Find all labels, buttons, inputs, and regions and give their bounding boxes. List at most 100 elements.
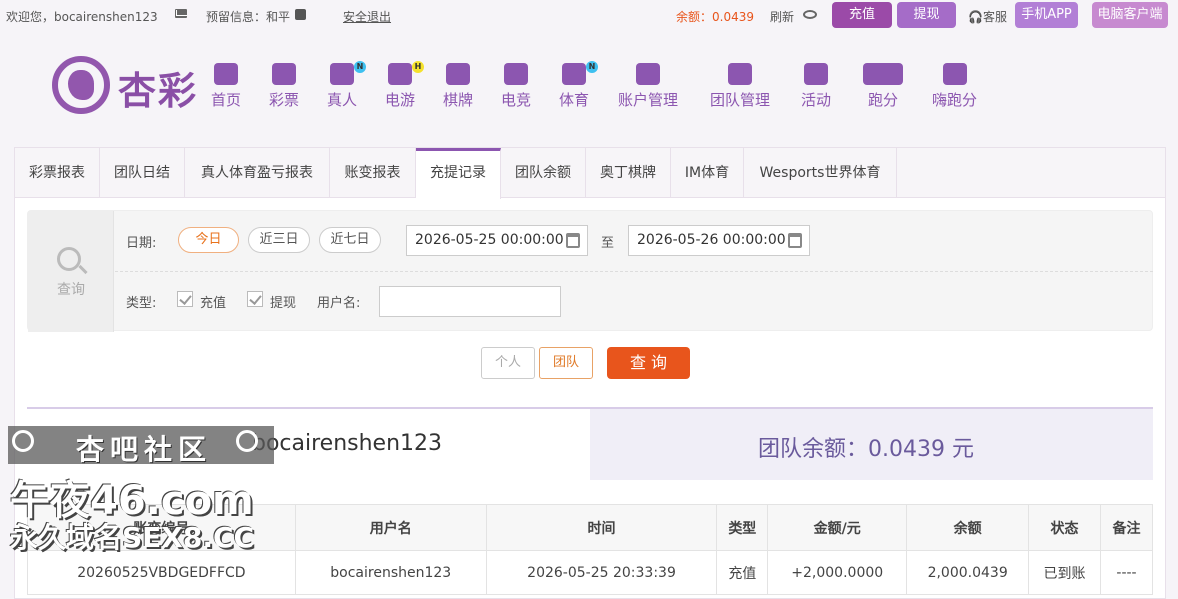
search-icon (57, 247, 81, 271)
start-date-input[interactable]: 2026-05-25 00:00:00 (406, 225, 588, 256)
query-side-label: 查询 (57, 282, 85, 298)
nav-label: 棋牌 (443, 91, 474, 109)
recharge-checkbox[interactable] (177, 291, 193, 307)
nav-item-lottery[interactable]: 彩票 (269, 63, 299, 110)
top-bar: 欢迎您，bocairenshen123 预留信息：和平 安全退出 余额：0.04… (0, 0, 1178, 32)
nav-item-account[interactable]: 账户管理 (618, 63, 678, 110)
tab-account-change[interactable]: 账变报表 (330, 148, 416, 198)
balance-text: 余额：0.0439 (676, 10, 754, 24)
watermark-line3: 永久域名SEX8.CC (10, 521, 255, 554)
refresh-link[interactable]: 刷新 (770, 8, 794, 25)
summary-balance-panel: 团队余额：0.0439 元 (590, 409, 1153, 480)
recharge-button[interactable]: 充值 (832, 2, 892, 28)
col-header: 用户名 (294, 504, 487, 551)
nav-label: 嗨跑分 (932, 91, 978, 109)
hot-badge: H (412, 61, 424, 73)
query-button[interactable]: 查 询 (607, 347, 690, 379)
tab-team-daily[interactable]: 团队日结 (100, 148, 185, 198)
nav-item-activity[interactable]: 活动 (801, 63, 831, 110)
new-badge: N (354, 61, 366, 73)
cell-status: 已到账 (1028, 550, 1101, 595)
live-dealer-icon: N (330, 61, 366, 85)
nav-label: 电竞 (501, 91, 532, 109)
gift-icon (804, 63, 828, 85)
nav-label: 体育 (559, 91, 590, 109)
report-tabs: 彩票报表 团队日结 真人体育盈亏报表 账变报表 充提记录 团队余额 奥丁棋牌 I… (15, 148, 1165, 199)
cell-username: bocairenshen123 (294, 550, 487, 595)
tab-im-sports[interactable]: IM体育 (671, 148, 744, 198)
range-today-button[interactable]: 今日 (178, 227, 239, 253)
account-icon (636, 63, 660, 85)
end-date-input[interactable]: 2026-05-26 00:00:00 (628, 225, 810, 256)
pc-client-button[interactable]: 电脑客户端 (1092, 2, 1168, 28)
nav-item-slots[interactable]: H 电游 (385, 61, 424, 110)
welcome-text: 欢迎您，bocairenshen123 (6, 10, 158, 24)
nav-label: 彩票 (269, 91, 300, 109)
nav-label: 真人 (327, 91, 358, 109)
query-side-button[interactable]: 查询 (28, 211, 114, 332)
row-divider (115, 271, 1153, 272)
team-icon (728, 63, 752, 85)
nav-item-team[interactable]: 团队管理 (710, 63, 770, 110)
watermark-line1: 杏吧社区 (75, 433, 212, 466)
recharge-checkbox-label: 充值 (200, 296, 227, 311)
withdraw-button[interactable]: 提现 (897, 2, 956, 28)
personal-button[interactable]: 个人 (481, 347, 535, 379)
mail-icon[interactable] (175, 9, 187, 18)
main-header: 杏彩 首页 彩票 N 真人 H 电游 棋牌 电竞 N 体育 账户管理 团队管理 … (0, 38, 1178, 143)
customer-service-label: 客服 (982, 10, 1007, 24)
filter-form: 查询 日期: 今日 近三日 近七日 2026-05-25 00:00:00 至 … (27, 210, 1153, 332)
end-date-value: 2026-05-26 00:00:00 (637, 232, 786, 248)
col-header: 时间 (485, 504, 718, 551)
withdraw-checkbox-label: 提现 (270, 296, 297, 311)
tab-deposit-withdraw[interactable]: 充提记录 (416, 148, 501, 199)
range-7days-button[interactable]: 近七日 (319, 227, 381, 253)
type-label: 类型: (126, 296, 157, 311)
nav-label: 首页 (211, 91, 242, 109)
customer-service-link[interactable]: 🎧客服 (968, 8, 1007, 25)
gamepad-icon: H (388, 61, 424, 85)
cell-type: 充值 (716, 550, 769, 595)
tab-odin-chess[interactable]: 奥丁棋牌 (586, 148, 671, 198)
nav-label: 活动 (801, 91, 832, 109)
nav-item-home[interactable]: 首页 (211, 63, 241, 110)
logout-link[interactable]: 安全退出 (343, 8, 391, 25)
col-header: 备注 (1100, 504, 1153, 551)
cell-balance: 2,000.0439 (906, 550, 1030, 595)
nav-item-sports[interactable]: N 体育 (559, 61, 598, 110)
team-button[interactable]: 团队 (539, 347, 593, 379)
withdraw-checkbox[interactable] (247, 291, 263, 307)
nav-item-hi-paofen[interactable]: 嗨跑分 (932, 63, 977, 110)
logo-text[interactable]: 杏彩 (118, 60, 198, 115)
cell-remark: ---- (1100, 550, 1153, 595)
new-badge: N (586, 61, 598, 73)
cell-amount: +2,000.0000 (767, 550, 908, 595)
summary-username: bocairenshen123 (252, 431, 443, 456)
cards-icon (446, 63, 470, 85)
col-header: 金额/元 (767, 504, 908, 551)
nav-item-esports[interactable]: 电竞 (501, 63, 531, 110)
tab-wesports[interactable]: Wesports世界体育 (744, 148, 897, 198)
start-date-value: 2026-05-25 00:00:00 (415, 232, 564, 248)
tab-live-sports-pl[interactable]: 真人体育盈亏报表 (185, 148, 330, 198)
calendar-icon[interactable] (788, 233, 802, 248)
nav-item-live[interactable]: N 真人 (327, 61, 366, 110)
nav-item-chess[interactable]: 棋牌 (443, 63, 473, 110)
nav-label: 电游 (385, 91, 416, 109)
trophy-icon: N (562, 61, 598, 85)
col-header: 余额 (906, 504, 1030, 551)
mobile-app-button[interactable]: 手机APP (1015, 2, 1078, 28)
nav-item-paofen[interactable]: 跑分 (863, 63, 903, 110)
username-input[interactable] (379, 286, 561, 317)
tab-team-balance[interactable]: 团队余额 (501, 148, 586, 198)
reserved-info: 预留信息：和平 (206, 10, 291, 24)
calendar-icon[interactable] (566, 233, 580, 248)
logo-emblem-icon[interactable] (52, 56, 110, 114)
esports-icon (504, 63, 528, 85)
edit-icon[interactable] (295, 9, 306, 20)
eye-hidden-icon[interactable] (803, 10, 817, 19)
range-3days-button[interactable]: 近三日 (248, 227, 310, 253)
tab-lottery-report[interactable]: 彩票报表 (15, 148, 100, 198)
col-header: 状态 (1028, 504, 1101, 551)
car-icon (863, 63, 903, 85)
